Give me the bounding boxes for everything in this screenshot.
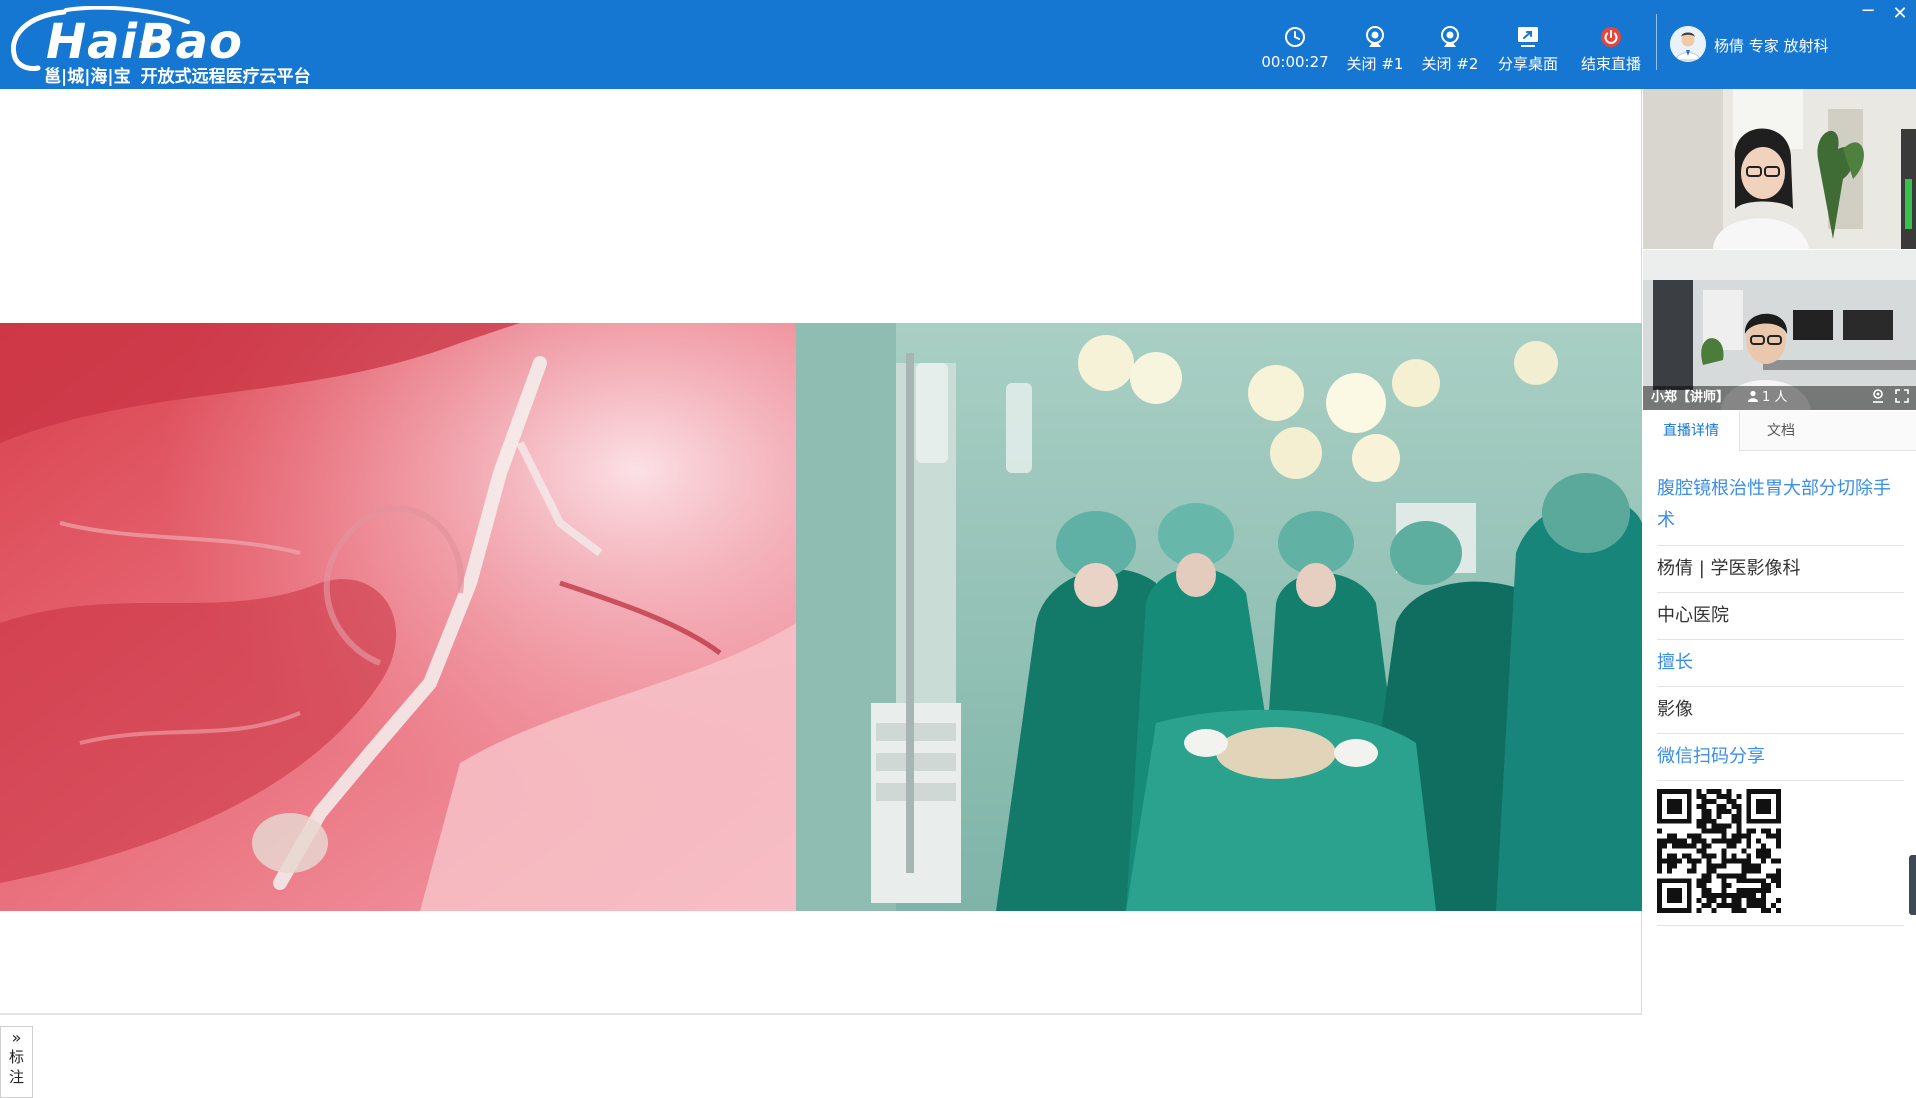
chevron-right-icon: » [11, 1028, 22, 1047]
live-details: 腹腔镜根治性胃大部分切除手术 杨倩 | 学医影像科 中心医院 擅长 影像 微信扫… [1657, 465, 1904, 926]
video-feed-expert[interactable] [1643, 89, 1916, 249]
wechat-share-label: 微信扫码分享 [1657, 734, 1904, 781]
right-panel: 小郑【讲师】 1 人 直播详情 文档 腹腔镜根治性胃大部分切除手术 杨倩 | 学… [1643, 89, 1916, 1039]
expert-video-image [1643, 89, 1916, 249]
minimize-button[interactable]: − [1858, 2, 1878, 24]
close-camera-1-label: 关闭 #1 [1346, 55, 1404, 73]
viewer-count: 1 人 [1747, 386, 1787, 410]
logo-wordmark: HaiBao [46, 14, 243, 70]
timer-text: 00:00:27 [1261, 53, 1329, 71]
viewer-count-text: 1 人 [1762, 390, 1788, 405]
annotation-label-2: 注 [8, 1068, 24, 1086]
end-live-label: 结束直播 [1580, 55, 1641, 73]
operating-room-image [796, 323, 1642, 911]
haibao-logo: HaiBao 邕|城|海|宝 开放式远程医疗云平台 [6, 4, 336, 86]
doctor-info: 杨倩 | 学医影像科 [1657, 546, 1904, 593]
header-divider [1656, 14, 1657, 70]
platform-tagline: 开放式远程医疗云平台 [140, 67, 311, 87]
location-icon[interactable] [1870, 388, 1886, 404]
user-name-text: 杨倩 专家 放射科 [1714, 37, 1829, 55]
timer-display: 00:00:27 [1256, 22, 1334, 74]
share-screen-icon [1518, 27, 1538, 47]
share-desktop-button[interactable]: 分享桌面 [1489, 22, 1567, 74]
laparoscopic-image [0, 323, 796, 911]
presentation-stage: » 标 注 [0, 89, 1642, 1098]
close-camera-2-label: 关闭 #2 [1421, 55, 1479, 73]
doctor-avatar-icon [1670, 26, 1706, 62]
panel-tabs: 直播详情 文档 [1643, 411, 1916, 451]
logo-subtitle: 邕|城|海|宝 开放式远程医疗云平台 [44, 68, 311, 86]
app-header: HaiBao 邕|城|海|宝开放式远程医疗云平台 00:00:27 关闭 #1 [0, 0, 1916, 89]
annotation-toggle-button[interactable]: » 标 注 [0, 1026, 33, 1098]
close-camera-2-button[interactable]: 关闭 #2 [1411, 22, 1489, 74]
qr-divider [1657, 925, 1904, 926]
tab-live-details[interactable]: 直播详情 [1643, 411, 1740, 451]
logo-city-text: 邕|城|海|宝 [44, 67, 131, 87]
tab-documents[interactable]: 文档 [1741, 411, 1821, 451]
fullscreen-icon[interactable] [1894, 388, 1910, 404]
video-info-bar: 小郑【讲师】 1 人 [1643, 386, 1916, 410]
user-avatar [1670, 26, 1706, 62]
end-live-button[interactable]: 结束直播 [1572, 22, 1650, 74]
clock-icon [1285, 27, 1305, 47]
power-icon [1601, 27, 1621, 47]
specialty-value: 影像 [1657, 687, 1904, 734]
webcam-icon [1366, 26, 1384, 47]
annotation-label-1: 标 [8, 1048, 24, 1066]
specialty-label: 擅长 [1657, 640, 1904, 687]
stage-bottom-divider [0, 1013, 1642, 1015]
share-desktop-label: 分享桌面 [1497, 55, 1558, 73]
close-camera-1-button[interactable]: 关闭 #1 [1336, 22, 1414, 74]
video-controls [1870, 386, 1910, 410]
side-scroll-handle[interactable] [1909, 855, 1916, 915]
webcam-icon [1441, 26, 1459, 47]
wechat-qr-code [1657, 789, 1781, 913]
surgery-title: 腹腔镜根治性胃大部分切除手术 [1657, 465, 1904, 546]
lecturer-name: 小郑【讲师】 [1651, 390, 1730, 405]
video-feed-lecturer[interactable]: 小郑【讲师】 1 人 [1643, 250, 1916, 410]
hospital-name: 中心医院 [1657, 593, 1904, 640]
close-window-button[interactable]: ✕ [1890, 4, 1910, 24]
person-icon [1748, 390, 1758, 402]
shared-slide [0, 323, 1642, 911]
